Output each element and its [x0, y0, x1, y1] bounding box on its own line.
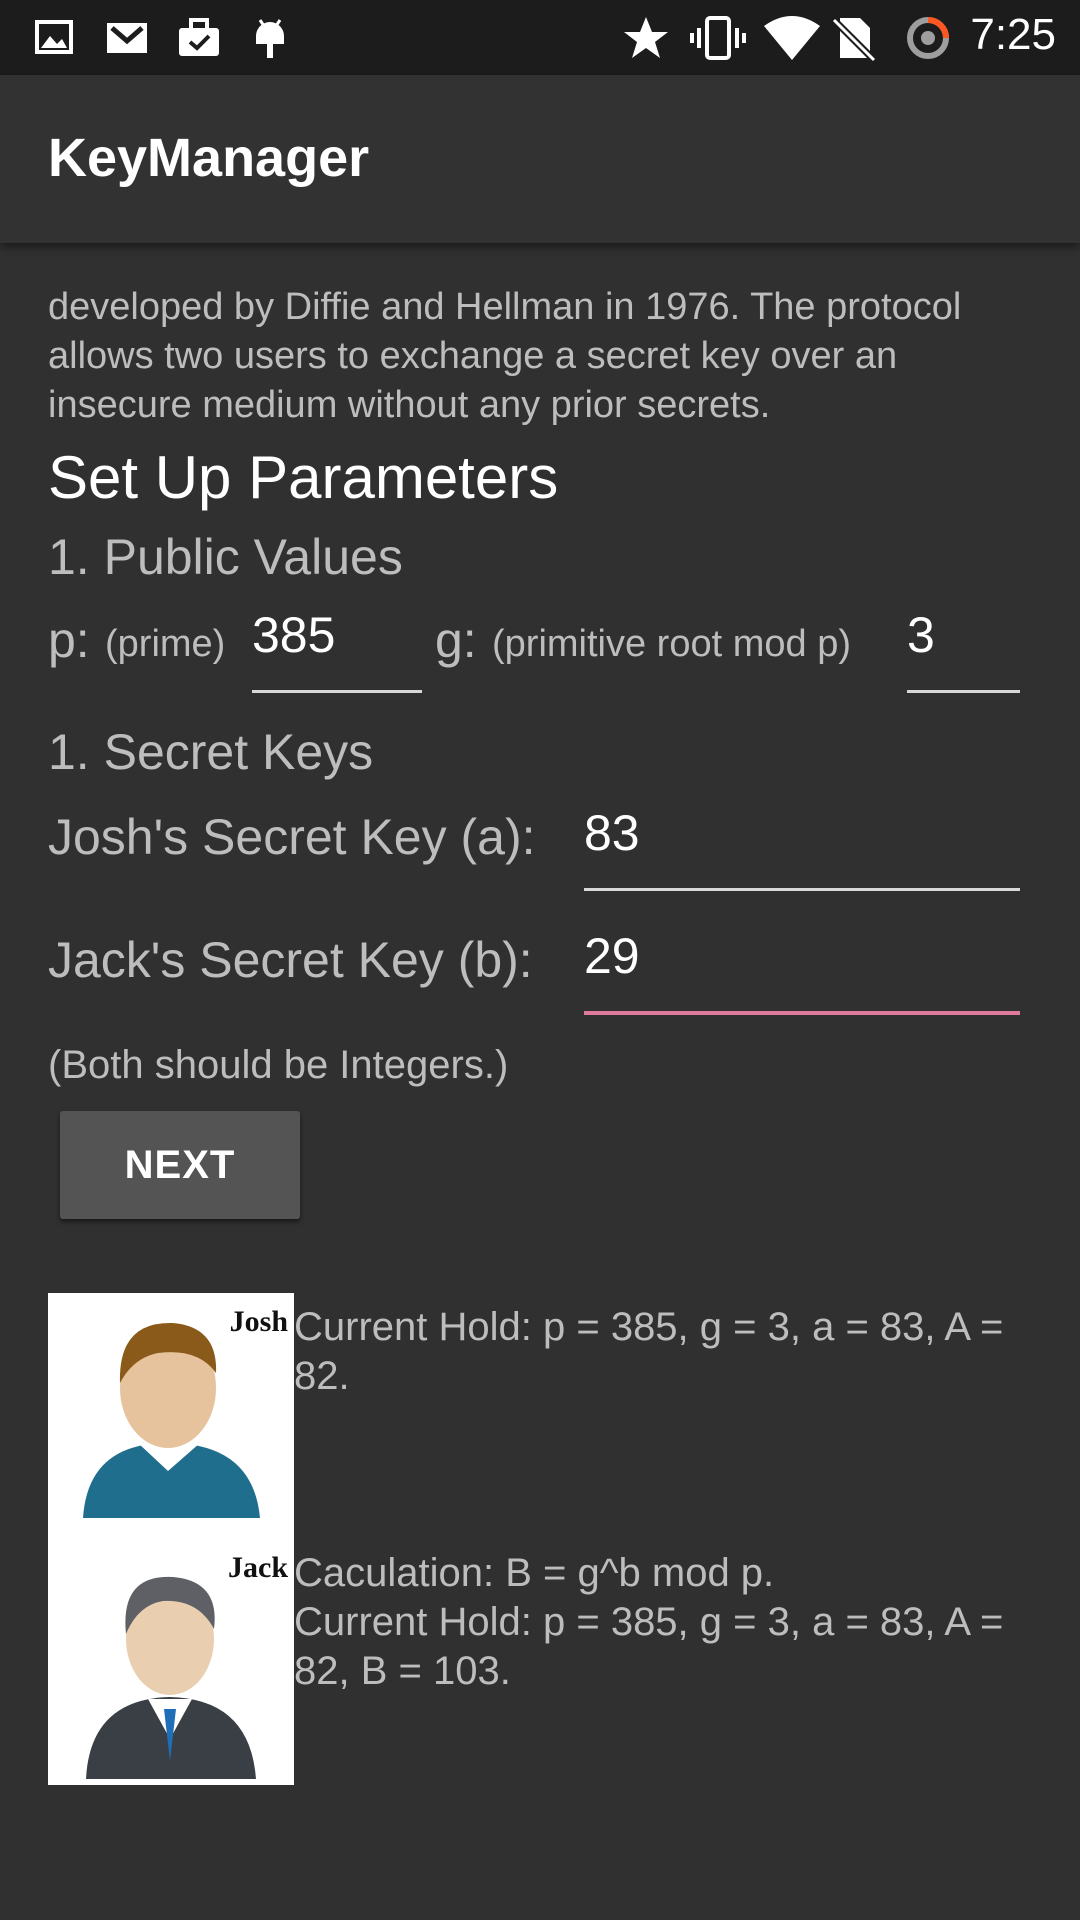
- josh-message: Current Hold: p = 385, g = 3, a = 83, A …: [294, 1305, 1004, 1398]
- josh-secret-value: 83: [584, 805, 640, 861]
- p-input[interactable]: 385: [252, 593, 422, 693]
- josh-avatar: Josh: [48, 1293, 294, 1539]
- jack-message: Caculation: B = g^b mod p. Current Hold:…: [294, 1549, 1054, 1696]
- g-input[interactable]: 3: [907, 593, 1020, 693]
- setup-heading: Set Up Parameters: [48, 444, 559, 511]
- g-hint: (primitive root mod p): [492, 623, 851, 665]
- g-input-value: 3: [907, 607, 935, 663]
- intro-text: developed by Diffie and Hellman in 1976.…: [48, 286, 962, 426]
- josh-secret-label: Josh's Secret Key (a):: [48, 809, 536, 865]
- g-label: g:: [435, 612, 477, 668]
- integer-hint: (Both should be Integers.): [48, 1043, 509, 1087]
- p-input-value: 385: [252, 607, 336, 663]
- status-time: 7:25: [970, 10, 1056, 59]
- android-icon: [256, 19, 284, 58]
- josh-name: Josh: [229, 1305, 288, 1338]
- wifi-icon: [764, 16, 820, 60]
- app-title: KeyManager: [48, 128, 370, 188]
- public-values-heading: 1. Public Values: [48, 529, 403, 585]
- image-icon: [35, 20, 73, 54]
- jack-hold-line: Current Hold: p = 385, g = 3, a = 83, A …: [294, 1600, 1004, 1693]
- no-sim-icon: [831, 17, 876, 62]
- jack-secret-value: 29: [584, 928, 640, 984]
- jack-secret-label: Jack's Secret Key (b):: [48, 932, 533, 988]
- josh-secret-input[interactable]: 83: [584, 791, 1020, 891]
- status-bar: 7:25: [0, 0, 1080, 75]
- jack-name: Jack: [228, 1551, 288, 1584]
- briefcase-check-icon: [179, 18, 219, 56]
- app-bar: KeyManager: [0, 75, 1080, 243]
- jack-secret-input[interactable]: 29: [584, 915, 1020, 1015]
- gmail-icon: [107, 23, 147, 53]
- jack-calc-line: Caculation: B = g^b mod p.: [294, 1551, 775, 1595]
- sync-icon: [907, 17, 949, 59]
- next-button[interactable]: NEXT: [60, 1111, 300, 1219]
- p-hint: (prime): [105, 623, 226, 665]
- jack-avatar: Jack: [48, 1539, 294, 1785]
- secret-keys-heading: 1. Secret Keys: [48, 724, 374, 780]
- star-icon: [624, 17, 668, 58]
- content-scroll[interactable]: developed by Diffie and Hellman in 1976.…: [0, 243, 1080, 1920]
- p-label: p:: [48, 612, 90, 668]
- vibrate-icon: [690, 16, 746, 60]
